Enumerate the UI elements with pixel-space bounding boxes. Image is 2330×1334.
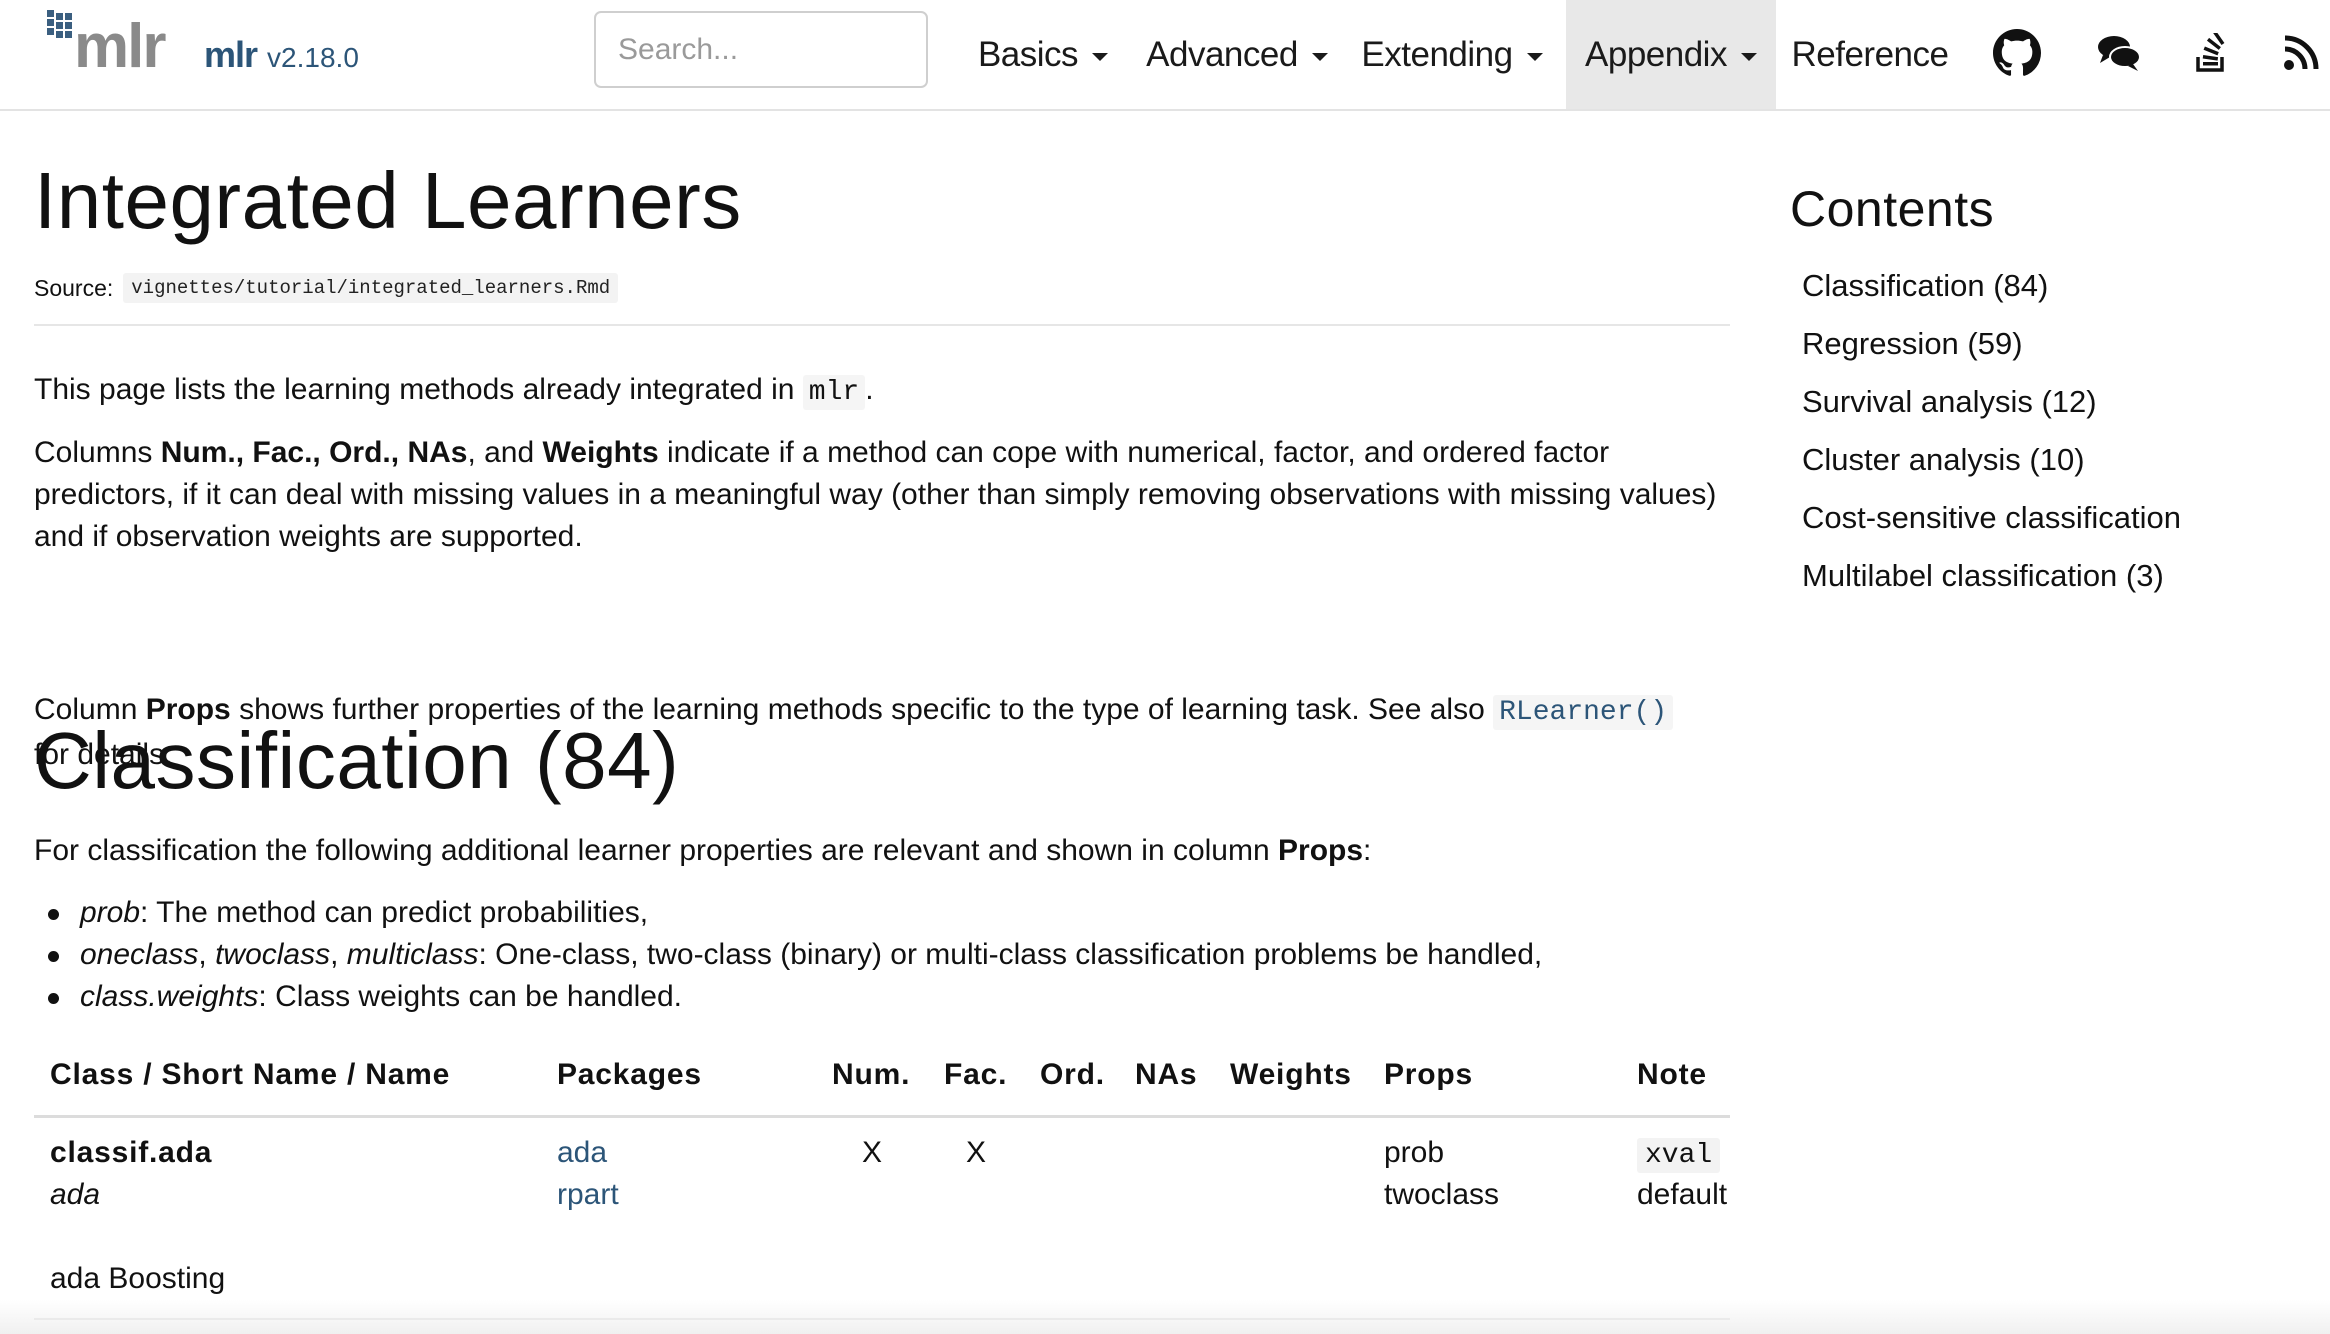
toc-item-costsens[interactable]: Cost-sensitive classification	[1802, 500, 2181, 536]
prop-desc: : The method can predict probabilities,	[140, 896, 649, 929]
xval-code: xval	[1637, 1138, 1721, 1173]
col-header-weights[interactable]: Weights	[1230, 1058, 1352, 1092]
col-header-nas[interactable]: NAs	[1135, 1058, 1197, 1092]
caret-down-icon	[1740, 52, 1757, 61]
fac-mark: X	[966, 1136, 987, 1169]
toc-item-classification[interactable]: Classification (84)	[1802, 268, 2048, 304]
prop-value: prob	[1384, 1136, 1445, 1169]
learners-table: Class / Short Name / Name Packages Num. …	[34, 1036, 1730, 1326]
text: ,	[330, 938, 347, 971]
prop-name: oneclass	[80, 938, 199, 971]
list-item: oneclass, twoclass, multiclass: One-clas…	[47, 934, 1543, 976]
learner-class: classif.ada	[50, 1136, 213, 1169]
github-icon[interactable]	[1992, 28, 2042, 78]
learner-short-name: ada	[50, 1178, 101, 1211]
text: For classification the following additio…	[34, 834, 1279, 867]
list-item: class.weights: Class weights can be hand…	[47, 976, 1542, 1018]
package-link[interactable]: rpart	[557, 1174, 619, 1216]
chat-icon[interactable]	[2094, 28, 2144, 78]
note-code: xval	[1637, 1132, 1721, 1177]
table-of-contents: Contents Classification (84) Regression …	[1790, 180, 2181, 593]
num-mark: X	[862, 1136, 883, 1169]
rss-icon[interactable]	[2276, 28, 2326, 78]
prop-value: twoclass	[1384, 1178, 1500, 1211]
props-list: prob: The method can predict probabiliti…	[47, 892, 1543, 1018]
prop-desc: : Class weights can be handled.	[258, 980, 682, 1013]
col-header-ord[interactable]: Ord.	[1040, 1058, 1105, 1092]
col-header-class[interactable]: Class / Short Name / Name	[50, 1058, 450, 1092]
col-header-packages[interactable]: Packages	[557, 1058, 702, 1092]
prop-name: multiclass	[346, 938, 479, 971]
prop-name: class.weights	[80, 980, 259, 1013]
col-header-num[interactable]: Num.	[832, 1058, 910, 1092]
toc-item-cluster[interactable]: Cluster analysis (10)	[1802, 442, 2085, 478]
text: ,	[198, 938, 216, 971]
classification-section: For classification the following additio…	[34, 0, 1730, 1334]
prop-desc: : One-class, two-class (binary) or multi…	[478, 938, 1543, 971]
list-item: prob: The method can predict probabiliti…	[47, 892, 1542, 934]
toc-item-regression[interactable]: Regression (59)	[1802, 326, 2023, 362]
props-bold: Props	[1278, 834, 1364, 867]
toc-title: Contents	[1790, 181, 1995, 237]
col-header-fac[interactable]: Fac.	[944, 1058, 1007, 1092]
toc-item-survival[interactable]: Survival analysis (12)	[1802, 384, 2097, 420]
header-divider	[34, 1115, 1730, 1118]
learner-name: ada Boosting	[50, 1262, 226, 1295]
prop-name: prob	[80, 896, 141, 929]
toc-item-multilabel[interactable]: Multilabel classification (3)	[1802, 558, 2164, 594]
col-header-props[interactable]: Props	[1384, 1058, 1473, 1092]
prop-name: twoclass	[215, 938, 331, 971]
stackoverflow-icon[interactable]	[2186, 28, 2236, 78]
package-link[interactable]: ada	[557, 1132, 607, 1174]
note-text: default	[1637, 1178, 1728, 1211]
classification-description: For classification the following additio…	[34, 830, 1730, 872]
col-header-note[interactable]: Note	[1637, 1058, 1707, 1092]
scroll-fade	[0, 1300, 2330, 1334]
text: :	[1363, 834, 1372, 867]
nav-reference[interactable]: Reference	[1790, 0, 1950, 109]
nav-reference-label: Reference	[1791, 34, 1949, 74]
